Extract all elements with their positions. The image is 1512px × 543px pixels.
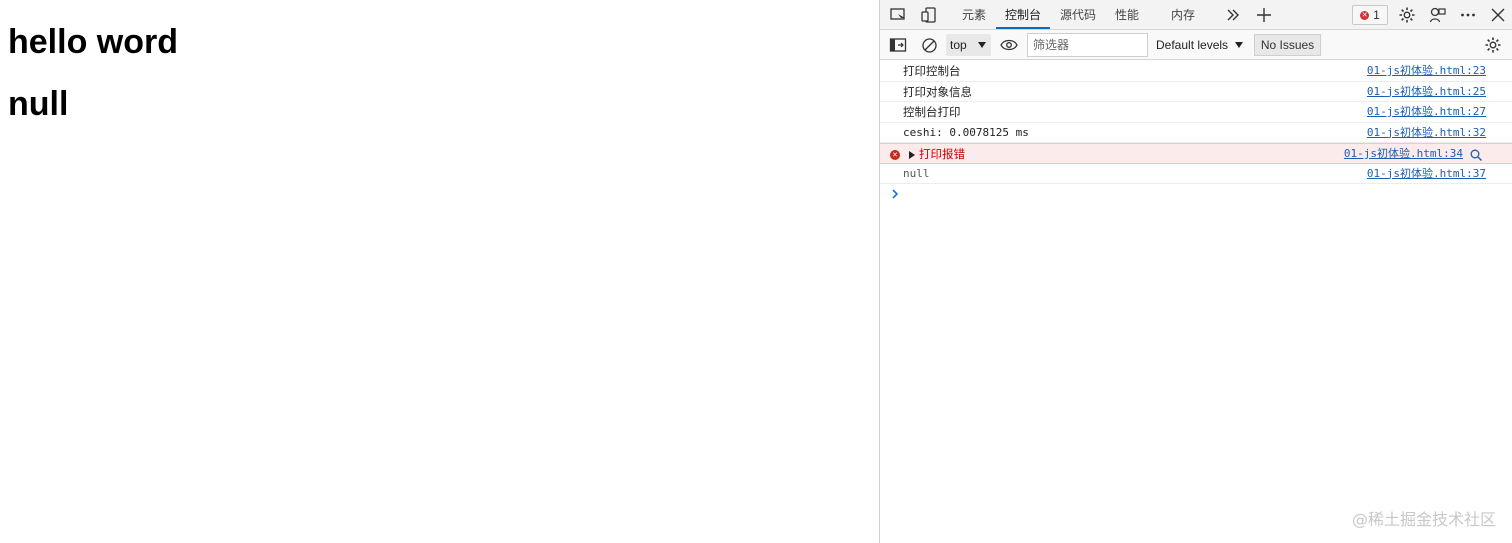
tab-console[interactable]: 控制台 [995,0,1051,30]
close-devtools-icon[interactable] [1488,5,1508,25]
console-prompt[interactable] [880,184,1512,204]
log-levels-dropdown[interactable]: Default levels [1156,34,1248,56]
console-filter-input[interactable] [1027,33,1148,57]
source-link[interactable]: 01-js初体验.html:23 [1367,61,1486,81]
tab-elements[interactable]: 元素 [962,0,986,30]
inspect-element-icon[interactable] [888,5,908,25]
console-message: null 01-js初体验.html:37 [880,164,1512,184]
error-count-badge[interactable]: ✕ 1 [1352,5,1388,25]
log-levels-label: Default levels [1156,38,1229,52]
settings-gear-icon[interactable] [1397,5,1417,25]
console-message-text: 打印控制台 [903,64,961,78]
console-message: 控制台打印 01-js初体验.html:27 [880,102,1512,123]
watermark: @稀土掘金技术社区 [1351,510,1496,529]
chevron-down-icon [1235,42,1243,48]
more-options-icon[interactable] [1458,5,1478,25]
console-output: 打印控制台 01-js初体验.html:23 打印对象信息 01-js初体验.h… [880,61,1512,204]
sidebar-toggle-icon[interactable] [888,35,908,55]
add-tab-icon[interactable] [1254,5,1274,25]
page-heading-hello: hello word [8,23,178,61]
device-toolbar-icon[interactable] [919,5,939,25]
tab-performance[interactable]: 性能 [1115,0,1139,30]
page-viewport: hello word null [0,0,879,543]
more-tabs-icon[interactable] [1223,5,1243,25]
error-count: 1 [1373,8,1380,22]
source-link[interactable]: 01-js初体验.html:25 [1367,82,1486,102]
console-message-text: 打印对象信息 [903,84,972,99]
clear-console-icon[interactable] [919,35,939,55]
expand-triangle-icon[interactable] [909,151,915,159]
console-message: 打印对象信息 01-js初体验.html:25 [880,82,1512,102]
console-message-text: 打印报错 [919,147,965,161]
context-value: top [950,38,967,52]
prompt-chevron-icon [892,189,899,199]
devtools-tab-bar: 元素 控制台 源代码 性能 内存 ✕ 1 [880,0,1512,30]
chevron-down-icon [978,42,986,48]
search-issue-icon[interactable] [1469,148,1483,162]
source-link[interactable]: 01-js初体验.html:34 [1344,144,1463,164]
tab-memory[interactable]: 内存 [1171,0,1195,30]
console-toolbar: top Default levels No Issues [880,30,1512,60]
source-link[interactable]: 01-js初体验.html:32 [1367,123,1486,143]
tab-sources[interactable]: 源代码 [1060,0,1096,30]
live-expression-eye-icon[interactable] [999,35,1019,55]
error-icon: ✕ [890,150,900,160]
issues-button[interactable]: No Issues [1254,34,1321,56]
console-message-text: null [903,166,930,180]
error-icon: ✕ [1360,10,1370,20]
page-heading-null: null [8,85,69,123]
console-settings-gear-icon[interactable] [1483,35,1503,55]
console-error-message[interactable]: ✕ 打印报错 01-js初体验.html:34 [880,143,1512,164]
devtools-panel: 元素 控制台 源代码 性能 内存 ✕ 1 top 筛选器 Default lev… [879,0,1512,543]
source-link[interactable]: 01-js初体验.html:27 [1367,102,1486,122]
context-selector[interactable]: top [946,34,991,56]
console-message-text: 控制台打印 [903,105,961,119]
console-message-text: ceshi: 0.0078125 ms [903,125,1029,139]
source-link[interactable]: 01-js初体验.html:37 [1367,164,1486,184]
console-message: ceshi: 0.0078125 ms 01-js初体验.html:32 [880,123,1512,143]
feedback-icon[interactable] [1428,5,1448,25]
console-message: 打印控制台 01-js初体验.html:23 [880,61,1512,82]
